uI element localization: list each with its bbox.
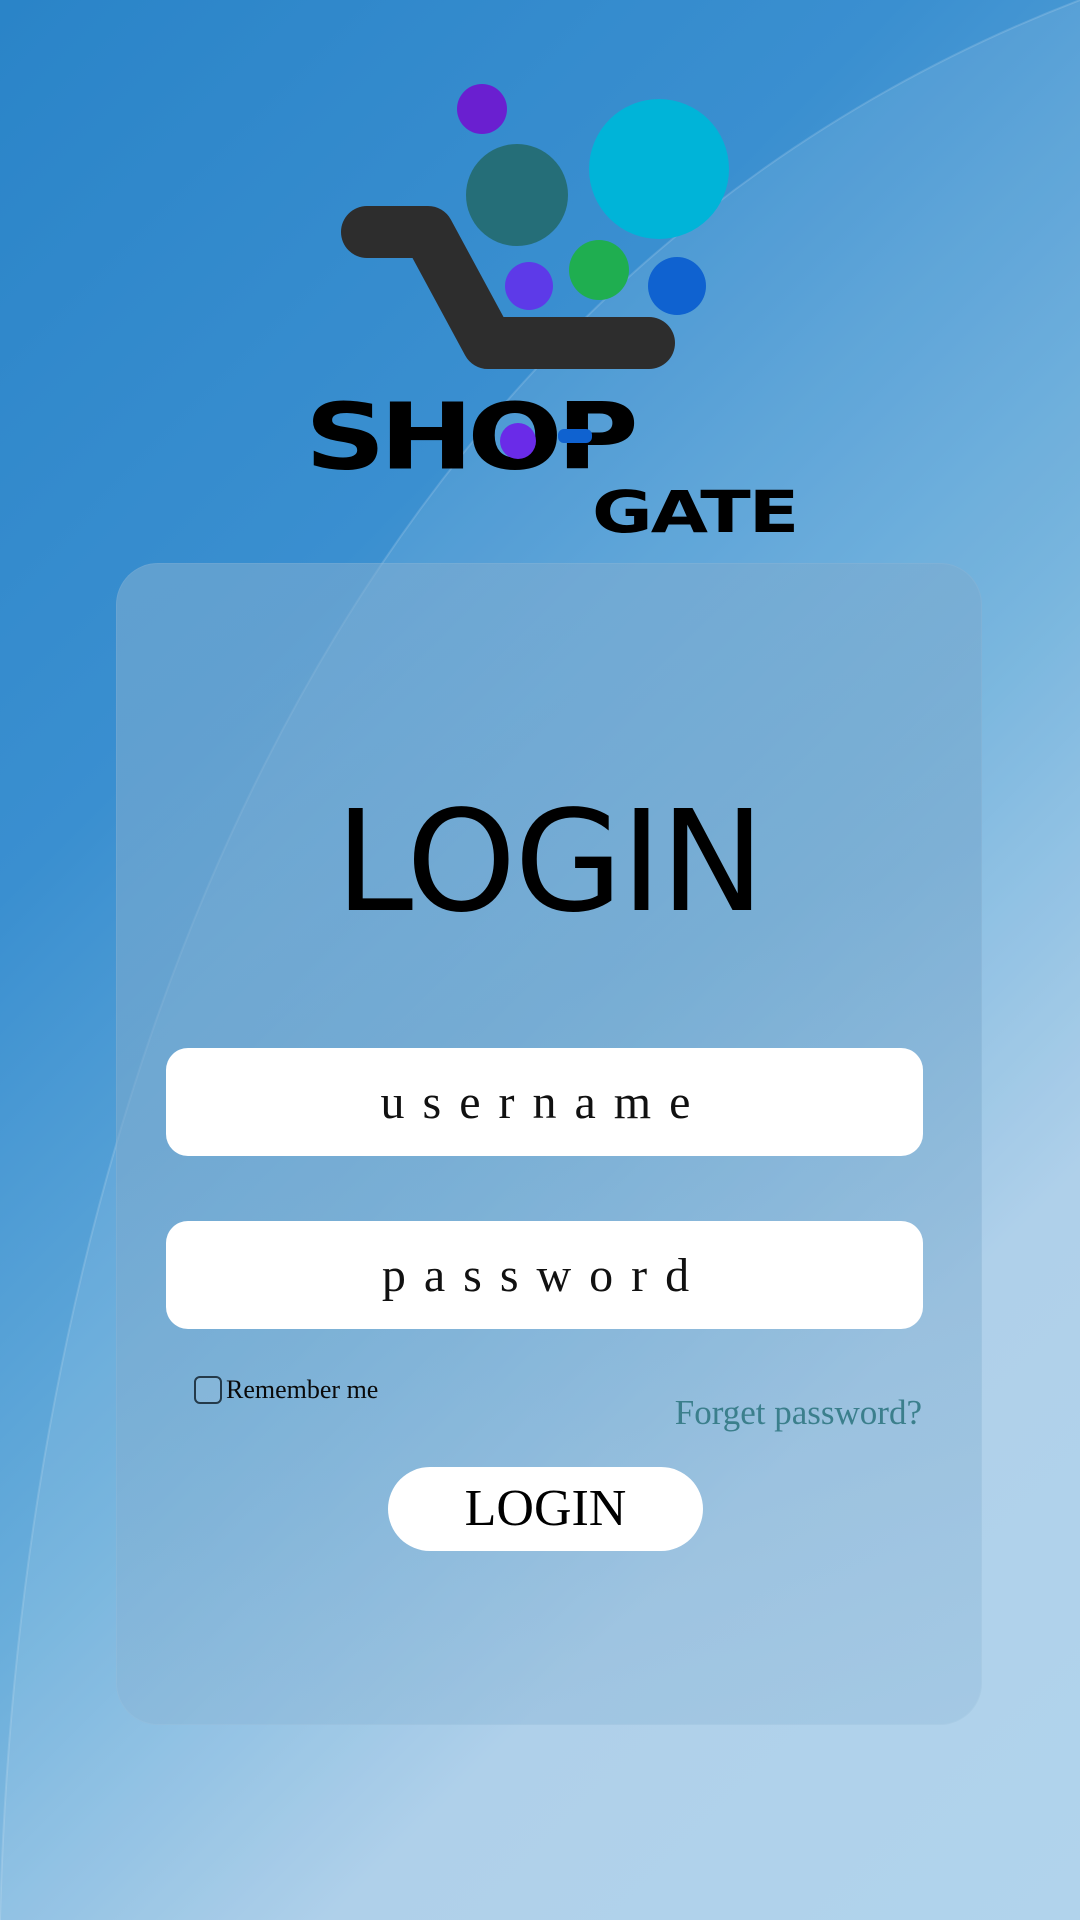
shopgate-logo: SHOP GATE <box>300 75 830 546</box>
remember-me[interactable]: Remember me <box>194 1375 378 1405</box>
username-input[interactable] <box>166 1048 923 1156</box>
logo-o-dot <box>500 423 536 459</box>
login-card: LOGIN Remember me Forget password? LOGIN <box>116 563 982 1725</box>
bubble-cyan <box>589 99 729 239</box>
bubble-teal <box>466 144 568 246</box>
login-title: LOGIN <box>335 781 765 944</box>
bubble-green <box>569 240 629 300</box>
bubble-blue <box>648 257 706 315</box>
bubble-purple <box>457 84 507 134</box>
password-input[interactable] <box>166 1221 923 1329</box>
shopping-cart-icon: SHOP GATE <box>305 84 799 546</box>
login-button[interactable]: LOGIN <box>388 1467 703 1551</box>
bubble-violet <box>505 262 553 310</box>
forget-password-link[interactable]: Forget password? <box>675 1393 922 1433</box>
remember-me-checkbox[interactable] <box>194 1376 222 1404</box>
logo-p-accent <box>558 429 592 443</box>
remember-me-label: Remember me <box>226 1375 379 1404</box>
logo-word-gate: GATE <box>592 478 797 545</box>
